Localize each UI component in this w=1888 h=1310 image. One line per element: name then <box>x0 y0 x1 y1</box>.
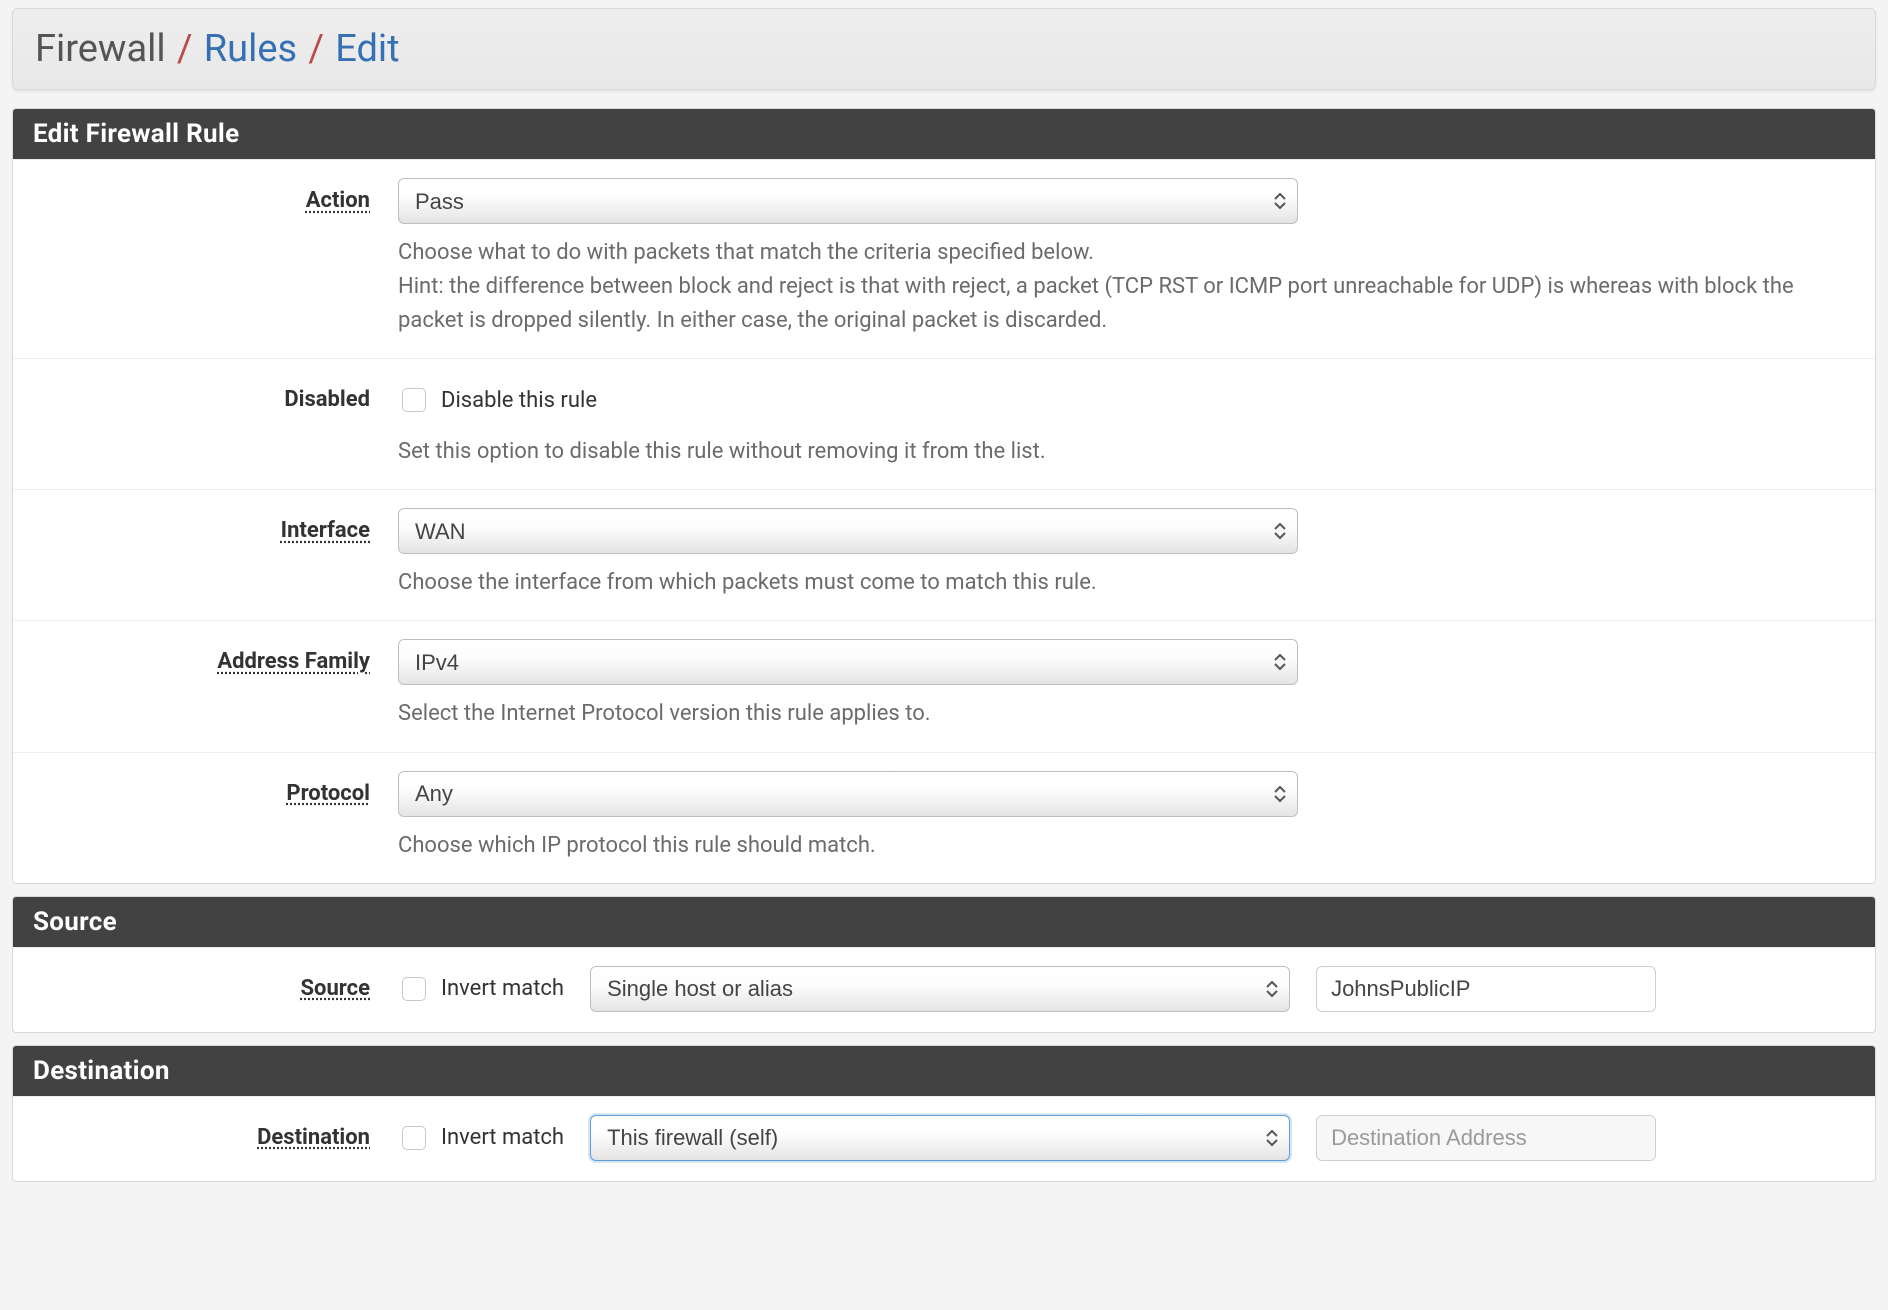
label-destination: Destination <box>13 1115 398 1150</box>
panel-header-edit: Edit Firewall Rule <box>13 109 1875 159</box>
action-select-wrap: Pass <box>398 178 1298 224</box>
panel-destination: Destination Destination Invert match Thi… <box>12 1045 1876 1182</box>
interface-select[interactable]: WAN <box>398 508 1298 554</box>
interface-select-wrap: WAN <box>398 508 1298 554</box>
panel-source: Source Source Invert match Single host o… <box>12 896 1876 1033</box>
panel-header-destination: Destination <box>13 1046 1875 1096</box>
disabled-checkbox-label: Disable this rule <box>441 388 597 413</box>
destination-type-select[interactable]: This firewall (self) <box>590 1115 1290 1161</box>
label-address-family: Address Family <box>13 639 398 674</box>
breadcrumb-root: Firewall <box>35 27 166 71</box>
help-interface: Choose the interface from which packets … <box>398 566 1855 600</box>
disabled-checkbox[interactable] <box>402 388 426 412</box>
breadcrumb-edit-link[interactable]: Edit <box>335 27 399 71</box>
address-family-select[interactable]: IPv4 <box>398 639 1298 685</box>
source-invert-label: Invert match <box>441 976 564 1001</box>
row-disabled: Disabled Disable this rule Set this opti… <box>13 358 1875 489</box>
protocol-select-wrap: Any <box>398 771 1298 817</box>
row-destination: Destination Invert match This firewall (… <box>13 1096 1875 1181</box>
action-select[interactable]: Pass <box>398 178 1298 224</box>
panel-header-source: Source <box>13 897 1875 947</box>
breadcrumb-sep-icon: / <box>302 27 330 71</box>
help-address-family: Select the Internet Protocol version thi… <box>398 697 1855 731</box>
address-family-select-wrap: IPv4 <box>398 639 1298 685</box>
source-type-select[interactable]: Single host or alias <box>590 966 1290 1012</box>
source-address-input[interactable] <box>1316 966 1656 1012</box>
destination-address-input[interactable] <box>1316 1115 1656 1161</box>
help-protocol: Choose which IP protocol this rule shoul… <box>398 829 1855 863</box>
source-invert-checkbox[interactable] <box>402 977 426 1001</box>
destination-type-select-wrap: This firewall (self) <box>590 1115 1290 1161</box>
row-protocol: Protocol Any Choose which IP protocol th… <box>13 752 1875 883</box>
label-source: Source <box>13 966 398 1001</box>
help-action: Choose what to do with packets that matc… <box>398 236 1855 338</box>
label-protocol: Protocol <box>13 771 398 806</box>
label-interface: Interface <box>13 508 398 543</box>
destination-invert-label: Invert match <box>441 1125 564 1150</box>
protocol-select[interactable]: Any <box>398 771 1298 817</box>
row-interface: Interface WAN Choose the interface from … <box>13 489 1875 620</box>
label-disabled: Disabled <box>13 377 398 412</box>
breadcrumb-rules-link[interactable]: Rules <box>204 27 297 71</box>
panel-edit-firewall-rule: Edit Firewall Rule Action Pass Choose wh… <box>12 108 1876 884</box>
row-address-family: Address Family IPv4 Select the Internet … <box>13 620 1875 751</box>
breadcrumb-sep-icon: / <box>171 27 199 71</box>
source-type-select-wrap: Single host or alias <box>590 966 1290 1012</box>
label-action: Action <box>13 178 398 213</box>
breadcrumb: Firewall / Rules / Edit <box>12 8 1876 90</box>
help-disabled: Set this option to disable this rule wit… <box>398 435 1855 469</box>
destination-invert-checkbox[interactable] <box>402 1126 426 1150</box>
row-action: Action Pass Choose what to do with packe… <box>13 159 1875 358</box>
row-source: Source Invert match Single host or alias <box>13 947 1875 1032</box>
